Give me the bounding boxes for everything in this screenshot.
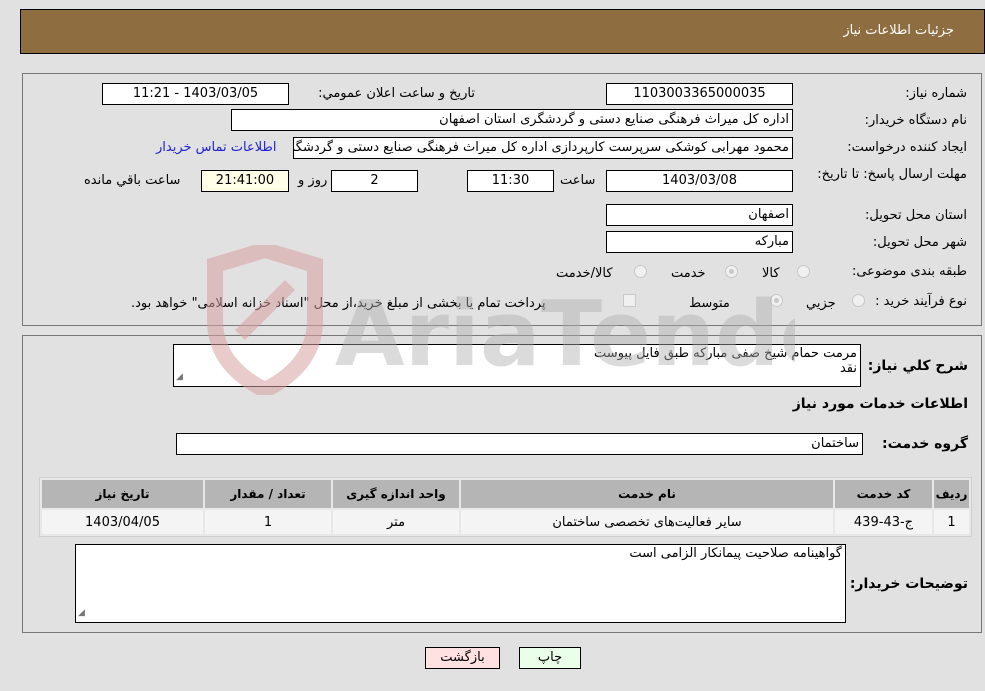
- buyer-notes-textarea[interactable]: گواهینامه صلاحیت پیمانکار الزامی است ◢: [75, 544, 846, 623]
- need-number-label: شماره نیاز:: [905, 86, 967, 101]
- purchase-radio-minor[interactable]: [852, 294, 865, 307]
- deadline-label: مهلت ارسال پاسخ: تا تاريخ:: [817, 167, 967, 182]
- city-label: شهر محل تحويل:: [872, 235, 967, 250]
- col-header-row: رديف: [934, 480, 969, 508]
- cell-row-number: 1: [934, 510, 969, 534]
- city-field: مبارکه: [606, 231, 793, 253]
- col-header-unit: واحد اندازه گيری: [333, 480, 459, 508]
- announce-datetime-field: 1403/03/05 - 11:21: [102, 83, 289, 105]
- table-header-row: رديف کد خدمت نام خدمت واحد اندازه گيری ت…: [42, 480, 969, 508]
- buyer-org-field: اداره کل میراث فرهنگی صنایع دستی و گردشگ…: [231, 109, 793, 131]
- category-radio-goods-service[interactable]: [634, 265, 647, 278]
- services-table: رديف کد خدمت نام خدمت واحد اندازه گيری ت…: [39, 477, 972, 537]
- buyer-contact-link[interactable]: اطلاعات تماس خريدار: [156, 140, 276, 155]
- province-label: استان محل تحويل:: [865, 208, 967, 223]
- description-textarea[interactable]: مرمت حمام شیخ صفی مبارکه طبق فایل پیوست …: [173, 344, 861, 387]
- category-label: طبقه بندی موضوعی:: [851, 264, 967, 279]
- requester-label: ايجاد کننده درخواست:: [847, 140, 967, 155]
- page-title: جزئیات اطلاعات نیاز: [843, 23, 954, 38]
- col-header-name: نام خدمت: [461, 480, 833, 508]
- category-option-goods: کالا: [762, 266, 780, 281]
- col-header-date: تاريخ نياز: [42, 480, 203, 508]
- cell-unit: متر: [333, 510, 459, 534]
- deadline-date-field: 1403/03/08: [606, 170, 793, 192]
- deadline-time-label: ساعت: [560, 173, 596, 188]
- purchase-option-medium: متوسط: [689, 296, 730, 311]
- table-row: 1 ج-43-439 سایر فعالیت‌های تخصصی ساختمان…: [42, 510, 969, 534]
- category-radio-service[interactable]: [725, 265, 738, 278]
- col-header-quantity: تعداد / مقدار: [205, 480, 331, 508]
- resize-grip-icon[interactable]: ◢: [176, 370, 183, 385]
- announce-datetime-label: تاريخ و ساعت اعلان عمومي:: [318, 86, 475, 101]
- service-group-field: ساختمان: [176, 433, 863, 455]
- category-option-goods-service: کالا/خدمت: [556, 266, 613, 281]
- remaining-time-label: ساعت باقي مانده: [84, 173, 181, 188]
- services-section-title: اطلاعات خدمات مورد نياز: [792, 396, 968, 412]
- cell-need-date: 1403/04/05: [42, 510, 203, 534]
- service-group-label: گروه خدمت:: [882, 436, 968, 452]
- remaining-time-field: 21:41:00: [201, 170, 289, 192]
- treasury-checkbox-label: پرداخت تمام يا بخشی از مبلغ خريد،از محل …: [131, 296, 546, 311]
- purchase-type-label: نوع فرآیند خرید :: [875, 294, 967, 309]
- page-header: جزئیات اطلاعات نیاز: [20, 9, 985, 54]
- category-option-service: خدمت: [671, 266, 706, 281]
- days-label: روز و: [298, 173, 328, 188]
- description-label: شرح کلي نياز:: [867, 358, 968, 374]
- need-number-field: 1103003365000035: [606, 83, 793, 105]
- remaining-days-field: 2: [331, 170, 418, 192]
- buyer-notes-label: توضيحات خريدار:: [849, 576, 968, 592]
- treasury-checkbox[interactable]: [623, 294, 636, 307]
- requester-field: محمود مهرابی کوشکی سرپرست کارپردازی ادار…: [293, 137, 793, 159]
- resize-grip-icon[interactable]: ◢: [78, 606, 85, 621]
- buyer-notes-text: گواهینامه صلاحیت پیمانکار الزامی است: [629, 546, 842, 561]
- purchase-option-minor: جزيي: [806, 296, 836, 311]
- buyer-org-label: نام دستگاه خريدار:: [864, 113, 967, 128]
- cell-service-name: سایر فعالیت‌های تخصصی ساختمان: [461, 510, 833, 534]
- print-button[interactable]: چاپ: [519, 647, 581, 669]
- description-line-1: مرمت حمام شیخ صفی مبارکه طبق فایل پیوست: [594, 346, 857, 361]
- deadline-time-field: 11:30: [467, 170, 554, 192]
- cell-quantity: 1: [205, 510, 331, 534]
- category-radio-goods[interactable]: [797, 265, 810, 278]
- col-header-code: کد خدمت: [835, 480, 932, 508]
- cell-service-code: ج-43-439: [835, 510, 932, 534]
- purchase-radio-medium[interactable]: [770, 294, 783, 307]
- province-field: اصفهان: [606, 204, 793, 226]
- back-button[interactable]: بازگشت: [425, 647, 500, 669]
- description-line-2: نقد: [839, 361, 857, 376]
